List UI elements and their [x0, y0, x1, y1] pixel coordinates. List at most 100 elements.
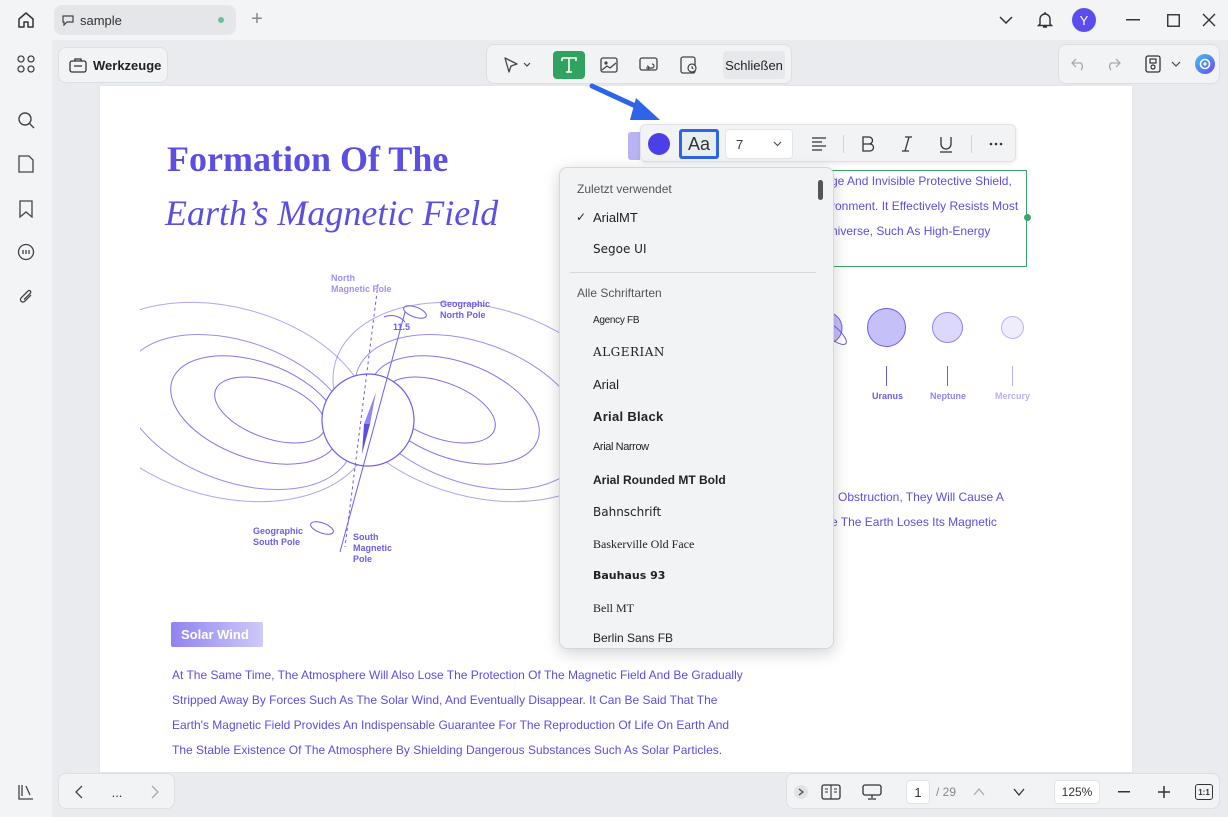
divider — [843, 135, 844, 153]
attachment-icon[interactable] — [14, 285, 38, 309]
close-window-icon[interactable] — [1198, 8, 1220, 32]
reading-mode-icon[interactable] — [819, 780, 843, 804]
select-tool[interactable] — [495, 51, 539, 79]
recent-fonts-header: Zuletzt verwendet — [577, 182, 672, 196]
textbox-line: niverse, Such As High-Energy — [831, 224, 991, 238]
font-option[interactable]: Bahnschrift — [593, 505, 661, 519]
font-option[interactable]: Bell MT — [593, 601, 634, 616]
save-icon[interactable] — [1141, 52, 1165, 76]
library-icon[interactable] — [14, 780, 38, 804]
font-option[interactable]: Baskerville Old Face — [593, 537, 694, 552]
bookmark-icon[interactable] — [14, 197, 38, 221]
dropdown-scrollbar[interactable] — [818, 180, 823, 200]
actual-size-button[interactable]: 1:1 — [1193, 780, 1215, 804]
mercury-planet — [1001, 316, 1024, 339]
mercury-line — [1012, 366, 1013, 386]
body-text-line: Obstruction, They Will Cause A — [838, 490, 1004, 504]
divider — [971, 135, 972, 153]
comments-icon[interactable] — [14, 240, 38, 264]
doc-title-line2: Earth’s Magnetic Field — [165, 193, 499, 233]
zoom-in-icon[interactable] — [1153, 780, 1175, 804]
more-pages-button[interactable]: ... — [105, 780, 129, 804]
comment-icon — [62, 14, 74, 26]
home-icon[interactable] — [14, 8, 38, 32]
italic-icon[interactable] — [892, 129, 922, 159]
uranus-planet — [867, 308, 906, 347]
selected-text-box[interactable]: ge And Invisible Protective Shield, ronm… — [808, 170, 1031, 267]
prev-page-icon[interactable] — [969, 780, 989, 804]
maximize-icon[interactable] — [1162, 8, 1184, 32]
minimize-icon[interactable] — [1122, 8, 1144, 32]
solar-wind-heading: Solar Wind — [171, 622, 263, 647]
expand-panel-icon[interactable] — [793, 780, 809, 804]
north-magnetic-label: North Magnetic Pole — [331, 273, 392, 294]
chevron-down-icon — [773, 141, 782, 147]
user-avatar[interactable]: Y — [1072, 8, 1096, 32]
tab-title: sample — [80, 12, 122, 28]
body-text-line: e The Earth Loses Its Magnetic — [831, 515, 997, 529]
font-option[interactable]: Arial Black — [593, 409, 664, 424]
tools-button[interactable]: Werkzeuge — [58, 47, 168, 83]
chevron-left-icon[interactable] — [67, 780, 91, 804]
paragraph-line: At The Same Time, The Atmosphere Will Al… — [172, 668, 743, 682]
geo-south-label: Geographic South Pole — [253, 526, 304, 547]
bell-icon[interactable] — [1034, 8, 1056, 32]
paragraph-line: Earth's Magnetic Field Provides An Indis… — [172, 718, 730, 732]
watermark-icon[interactable] — [673, 51, 705, 79]
text-selection-tab — [628, 132, 640, 160]
font-option-segoe-ui[interactable]: Segoe UI — [593, 242, 646, 256]
right-toolbar — [1058, 44, 1220, 84]
toolbox-icon — [69, 57, 87, 73]
search-icon[interactable] — [14, 108, 38, 132]
font-option[interactable]: Arial Rounded MT Bold — [593, 473, 726, 487]
font-option[interactable]: Arial Narrow — [593, 441, 649, 453]
underline-icon[interactable] — [931, 129, 961, 159]
textbox-line: ronment. It Effectively Resists Most — [831, 199, 1019, 213]
font-option[interactable]: Berlin Sans FB — [593, 631, 673, 645]
uranus-label: Uranus — [872, 391, 904, 401]
font-size-value: 7 — [736, 136, 744, 152]
add-text-tool[interactable] — [553, 51, 585, 79]
chevron-right-icon[interactable] — [143, 780, 167, 804]
chevron-down-icon[interactable] — [996, 8, 1016, 32]
font-option[interactable]: Arial — [593, 377, 619, 392]
align-icon[interactable] — [804, 129, 834, 159]
zoom-level[interactable]: 125% — [1054, 780, 1100, 804]
text-color-button[interactable] — [645, 129, 673, 159]
presentation-icon[interactable] — [860, 780, 884, 804]
bold-icon[interactable] — [853, 129, 883, 159]
font-option[interactable]: Bauhaus 93 — [593, 569, 665, 582]
page-nav-right: 1 / 29 125% 1:1 — [786, 773, 1220, 809]
new-tab-button[interactable]: + — [248, 8, 266, 30]
tools-label: Werkzeuge — [93, 57, 162, 73]
pages-icon[interactable] — [14, 152, 38, 176]
redo-icon[interactable] — [1101, 52, 1125, 76]
geo-north-label: Geographic North Pole — [440, 299, 491, 320]
font-option[interactable]: ALGERIAN — [593, 345, 665, 359]
save-chevron-icon[interactable] — [1169, 52, 1183, 76]
add-image-icon[interactable] — [593, 51, 625, 79]
font-family-button[interactable]: Aa — [679, 129, 719, 159]
resize-handle[interactable] — [1024, 214, 1031, 221]
font-option-arialmt[interactable]: ArialMT — [593, 210, 638, 225]
current-page-input[interactable]: 1 — [906, 780, 930, 804]
add-link-icon[interactable] — [633, 51, 665, 79]
ai-assistant-icon[interactable] — [1193, 52, 1217, 76]
font-size-select[interactable]: 7 — [725, 129, 793, 159]
textbox-line: ge And Invisible Protective Shield, — [831, 174, 1012, 188]
next-page-icon[interactable] — [1009, 780, 1029, 804]
more-options-icon[interactable] — [981, 129, 1011, 159]
document-tab[interactable]: sample — [54, 5, 236, 35]
undo-icon[interactable] — [1067, 52, 1091, 76]
title-bar: sample + Y — [0, 0, 1228, 40]
neptune-label: Neptune — [930, 391, 966, 401]
neptune-planet — [932, 312, 963, 343]
paragraph-line: Stripped Away By Forces Such As The Sola… — [172, 693, 718, 707]
close-edit-button[interactable]: Schließen — [723, 51, 785, 79]
mercury-label: Mercury — [995, 391, 1031, 401]
angle-label: 11.5 — [393, 322, 411, 332]
font-family-dropdown: Zuletzt verwendet ✓ ArialMT Segoe UI All… — [559, 167, 834, 649]
zoom-out-icon[interactable] — [1113, 780, 1135, 804]
apps-grid-icon[interactable] — [14, 52, 38, 76]
font-option[interactable]: Agency FB — [593, 315, 640, 326]
